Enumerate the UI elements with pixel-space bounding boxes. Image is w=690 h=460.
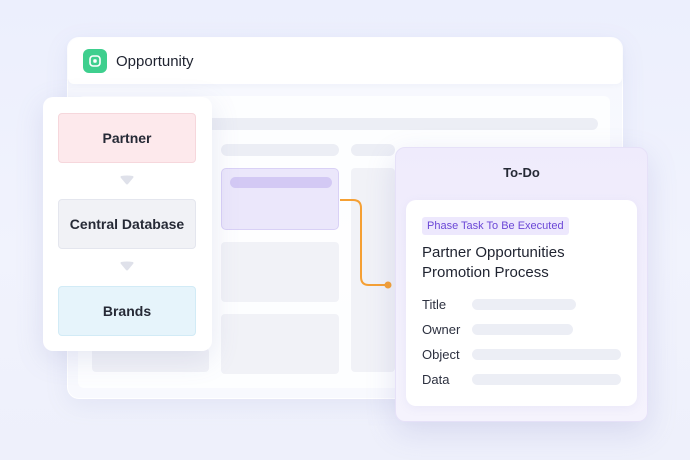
placeholder-card <box>221 314 339 374</box>
todo-card[interactable]: Phase Task To Be Executed Partner Opport… <box>406 200 637 406</box>
placeholder-column-header <box>221 144 339 156</box>
todo-header: To-Do <box>503 165 540 180</box>
flow-step-central-database[interactable]: Central Database <box>58 199 196 249</box>
triangle-down-icon <box>120 261 134 271</box>
process-title: Partner Opportunities Promotion Process <box>422 244 565 281</box>
placeholder-card <box>221 242 339 302</box>
todo-panel: To-Do Phase Task To Be Executed Partner … <box>395 147 648 422</box>
flow-panel: Partner Central Database Brands <box>43 97 212 351</box>
placeholder-toolbar <box>205 118 598 130</box>
phase-badge: Phase Task To Be Executed <box>422 217 569 235</box>
triangle-down-icon <box>120 175 134 185</box>
field-label-title: Title <box>422 297 447 312</box>
field-value-object <box>472 349 621 360</box>
connector-line <box>340 199 392 289</box>
window-title: Opportunity <box>116 52 194 70</box>
selected-opportunity-card[interactable] <box>221 168 339 230</box>
placeholder-card <box>92 348 209 372</box>
field-label-owner: Owner <box>422 322 461 337</box>
placeholder-column-header <box>351 144 395 156</box>
field-value-owner <box>472 324 573 335</box>
window-header: Opportunity <box>68 38 622 84</box>
app-icon <box>83 49 107 73</box>
field-value-data <box>472 374 621 385</box>
field-value-title <box>472 299 576 310</box>
flow-step-partner[interactable]: Partner <box>58 113 196 163</box>
flow-step-brands[interactable]: Brands <box>58 286 196 336</box>
field-label-data: Data <box>422 372 450 387</box>
field-label-object: Object <box>422 347 460 362</box>
selected-card-bar <box>230 177 332 188</box>
